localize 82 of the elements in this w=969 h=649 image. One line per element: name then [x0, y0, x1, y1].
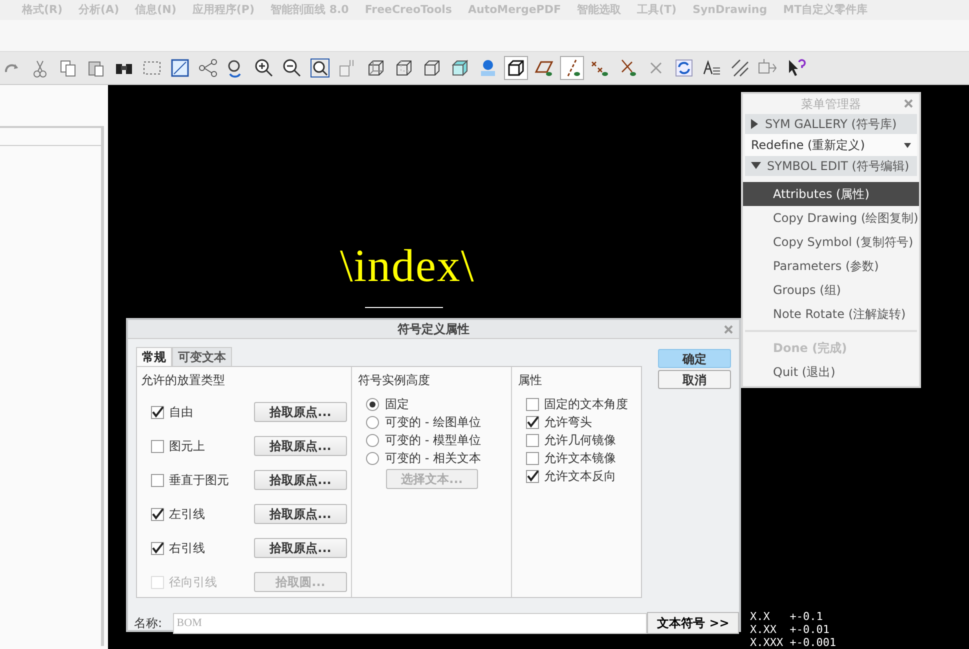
- toolbar-button[interactable]: [196, 56, 220, 80]
- pick-button[interactable]: 拾取原点...: [254, 402, 347, 422]
- checkbox-label: 允许文本镜像: [544, 450, 616, 467]
- checkbox-label: 右引线: [169, 540, 205, 557]
- menu-dropdown[interactable]: Redefine (重新定义): [745, 134, 917, 156]
- zoom-fit-icon: [310, 58, 330, 78]
- menu-item[interactable]: Groups (组): [743, 278, 919, 302]
- menu-item[interactable]: Parameters (参数): [743, 254, 919, 278]
- checkbox[interactable]: [151, 474, 164, 486]
- checkbox-label: 图元上: [169, 438, 205, 455]
- checkbox-label: 允许几何镜像: [544, 432, 616, 449]
- checkbox-label: 左引线: [169, 506, 205, 523]
- radio-button[interactable]: [366, 416, 379, 428]
- text-symbol-button[interactable]: 文本符号 >>: [647, 612, 739, 634]
- group-title: 属性: [518, 372, 543, 389]
- checkbox[interactable]: [526, 434, 539, 446]
- cancel-button[interactable]: 取消: [658, 370, 731, 389]
- menu-section-header[interactable]: SYM GALLERY (符号库): [745, 114, 917, 134]
- menu-item[interactable]: Note Rotate (注解旋转): [743, 302, 919, 326]
- checkbox[interactable]: [526, 470, 539, 482]
- pick-button[interactable]: 拾取原点...: [254, 504, 347, 524]
- dialog-title: 符号定义属性: [398, 321, 470, 338]
- menu-item[interactable]: Quit (退出): [743, 360, 919, 384]
- repaint-icon: [170, 58, 190, 78]
- close-icon[interactable]: [904, 99, 913, 108]
- expand-triangle-icon: [751, 119, 759, 129]
- radio-label: 可变的 - 相关文本: [385, 450, 481, 467]
- zoom-in-icon: [254, 58, 274, 78]
- checkbox[interactable]: [151, 440, 164, 452]
- zoom-out-icon: [282, 58, 302, 78]
- menu-item[interactable]: Copy Symbol (复制符号): [743, 230, 919, 254]
- shaded-cube-icon: [450, 58, 470, 78]
- collapse-triangle-icon: [751, 162, 761, 170]
- pick-button[interactable]: 拾取原点...: [254, 436, 347, 456]
- group-title: 允许的放置类型: [141, 372, 226, 389]
- caret-icon: [904, 142, 911, 148]
- tab[interactable]: 常规: [136, 347, 172, 366]
- toolbar-button[interactable]: [504, 56, 528, 80]
- toolbar-button[interactable]: [308, 56, 332, 80]
- hatch-icon: [730, 58, 750, 78]
- tolerance-text: X.X +-0.1: [750, 610, 824, 623]
- checkbox-label: 允许弯头: [544, 414, 592, 431]
- checkbox-label: 固定的文本角度: [544, 396, 628, 413]
- radio-button[interactable]: [366, 452, 379, 464]
- menu-section-header[interactable]: SYMBOL EDIT (符号编辑): [745, 156, 917, 176]
- toolbar-button[interactable]: [560, 56, 584, 80]
- radio-label: 可变的 - 绘图单位: [385, 414, 481, 431]
- cube-icon: [506, 58, 526, 78]
- pin-icon: [478, 58, 498, 78]
- nodes-icon: [198, 58, 218, 78]
- radio-button[interactable]: [366, 434, 379, 446]
- menu-item[interactable]: Attributes (属性): [743, 182, 919, 206]
- checkbox[interactable]: [151, 508, 164, 520]
- tolerance-text: X.XX +-0.01: [750, 623, 830, 636]
- checkbox[interactable]: [526, 416, 539, 428]
- hidden-line-cube-icon: [394, 58, 414, 78]
- pick-button[interactable]: 拾取原点...: [254, 538, 347, 558]
- tab[interactable]: 可变文本: [172, 347, 232, 366]
- tolerance-text: X.XXX +-0.001: [750, 636, 836, 649]
- checkbox-label: 允许文本反向: [544, 468, 616, 485]
- checkbox[interactable]: [526, 398, 539, 410]
- pick-button[interactable]: 拾取原点...: [254, 470, 347, 490]
- checkbox-label: 径向引线: [169, 574, 217, 591]
- window-title: 菜单管理器: [801, 96, 861, 113]
- name-label: 名称:: [134, 615, 164, 632]
- checkbox[interactable]: [151, 542, 164, 554]
- cube-icon: [422, 58, 442, 78]
- note-text: \index\: [340, 243, 475, 289]
- radio-label: 可变的 - 模型单位: [385, 432, 481, 449]
- checkbox[interactable]: [151, 406, 164, 418]
- radio-button[interactable]: [366, 398, 379, 410]
- group-title: 符号实例高度: [358, 372, 431, 389]
- menu-item[interactable]: Copy Drawing (绘图复制): [743, 206, 919, 230]
- checkbox-label: 自由: [169, 404, 193, 421]
- copy-icon: [58, 58, 78, 78]
- checkbox[interactable]: [526, 452, 539, 464]
- refresh-icon: [674, 58, 694, 78]
- help-pointer-icon: [786, 58, 806, 78]
- wireframe-cube-icon: [366, 58, 386, 78]
- checkbox-label: 垂直于图元: [169, 472, 229, 489]
- radio-label: 固定: [385, 396, 409, 413]
- ok-button[interactable]: 确定: [658, 349, 731, 368]
